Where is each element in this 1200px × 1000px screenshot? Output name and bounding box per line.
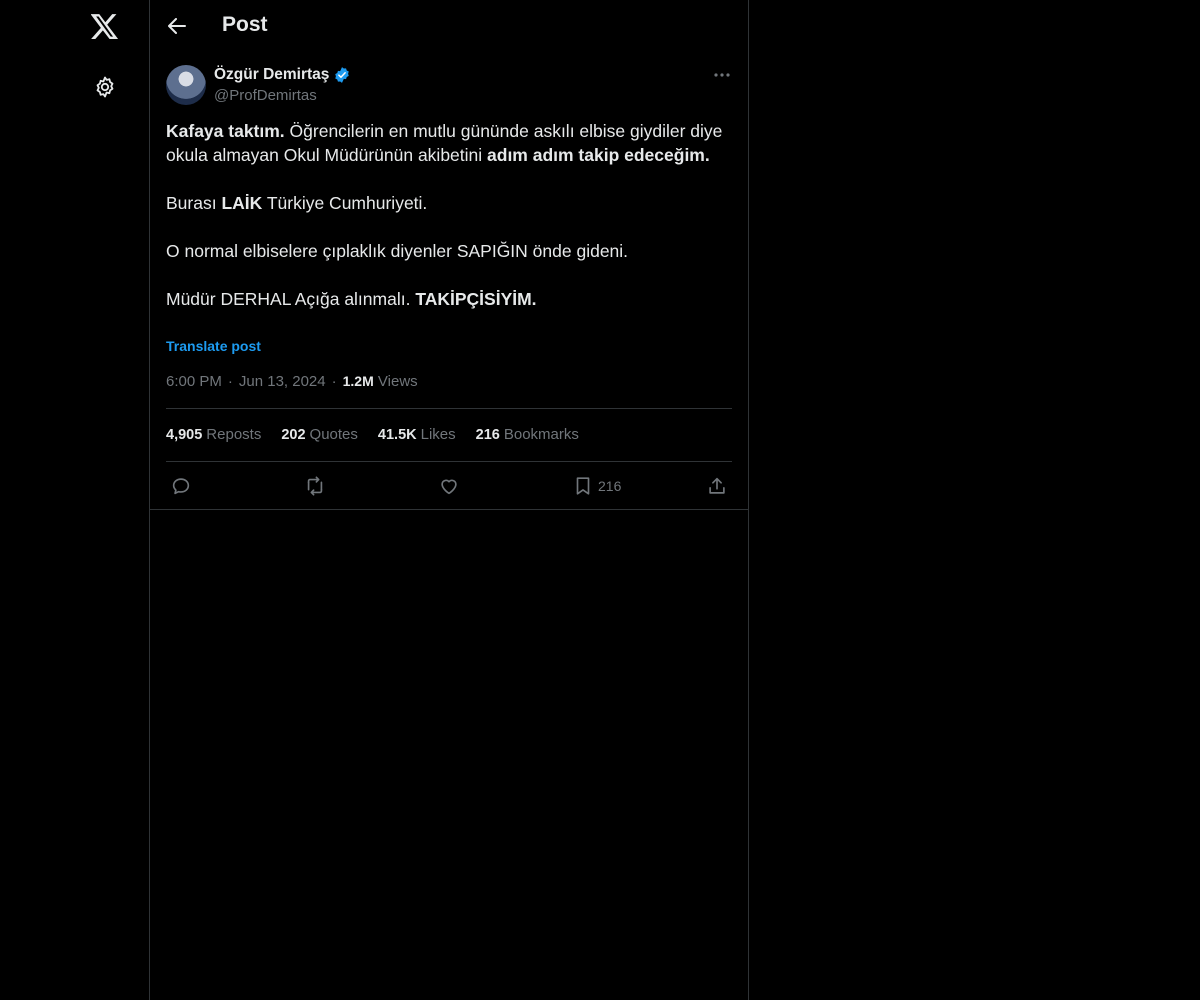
divider: [166, 408, 732, 409]
meta-separator: ·: [331, 373, 337, 390]
reposts-stat[interactable]: 4,905 Reposts: [166, 426, 261, 443]
bookmarks-count: 216: [475, 427, 500, 443]
gear-icon[interactable]: [88, 70, 122, 104]
post-bold-text: TAKİPÇİSİYİM.: [415, 289, 537, 309]
author-name[interactable]: Özgür Demirtaş: [214, 66, 329, 84]
post-header: Post: [150, 0, 748, 54]
verified-badge-icon: [335, 67, 350, 83]
post-bold-text: Kafaya taktım.: [166, 121, 285, 141]
translate-post-link[interactable]: Translate post: [166, 338, 261, 354]
author-name-row[interactable]: Özgür Demirtaş: [214, 66, 351, 84]
bookmark-count: 216: [598, 478, 622, 494]
post-date[interactable]: Jun 13, 2024: [239, 373, 326, 390]
post-text: Burası: [166, 193, 222, 213]
post-body: Kafaya taktım. Öğrencilerin en mutlu gün…: [166, 119, 732, 311]
likes-stat[interactable]: 41.5K Likes: [378, 426, 456, 443]
avatar[interactable]: [166, 65, 206, 105]
divider: [166, 461, 732, 462]
reply-button[interactable]: [170, 472, 192, 500]
quotes-stat[interactable]: 202 Quotes: [281, 426, 358, 443]
bookmark-button[interactable]: 216: [572, 472, 621, 500]
author-handle[interactable]: @ProfDemirtas: [214, 87, 317, 104]
arrow-left-icon: [168, 18, 186, 34]
reposts-label: Reposts: [206, 426, 262, 443]
repost-button[interactable]: [304, 472, 326, 500]
engagement-stats: 4,905 Reposts 202 Quotes 41.5K Likes 216 Boo…: [166, 426, 579, 443]
likes-label: Likes: [420, 426, 456, 443]
reposts-count: 4,905: [166, 427, 203, 443]
action-bar: 216: [166, 472, 732, 500]
left-nav-rail: [0, 0, 150, 1000]
share-button[interactable]: [706, 472, 728, 500]
heart-icon: [441, 479, 457, 495]
post-bold-text: adım adım takip edeceğim.: [487, 145, 710, 165]
repost-icon: [307, 476, 323, 496]
post-text: Müdür DERHAL Açığa alınmalı.: [166, 289, 416, 309]
x-logo-icon[interactable]: [88, 10, 122, 44]
page-title: Post: [222, 13, 268, 36]
like-button[interactable]: [438, 472, 460, 500]
views-label: Views: [377, 373, 418, 390]
share-icon: [709, 477, 725, 494]
post-bottom-border: [150, 509, 748, 510]
post-detail-column: Post Özgür Demirtaş @ProfDemirtas Kafaya…: [150, 0, 749, 1000]
likes-count: 41.5K: [377, 427, 417, 443]
quotes-count: 202: [281, 427, 306, 443]
more-dots-icon: [714, 73, 730, 77]
post-meta: 6:00 PM · Jun 13, 2024 · 1.2M Views: [166, 373, 418, 390]
views-count: 1.2M: [342, 373, 374, 389]
reply-icon: [172, 478, 190, 495]
post-paragraph-4: Müdür DERHAL Açığa alınmalı. TAKİPÇİSİYİ…: [166, 287, 732, 311]
post-paragraph-3: O normal elbiselere çıplaklık diyenler S…: [166, 239, 732, 263]
bookmark-icon: [576, 477, 590, 495]
post-bold-text: LAİK: [221, 193, 263, 213]
bookmarks-label: Bookmarks: [503, 426, 579, 443]
back-button[interactable]: [160, 9, 194, 43]
bookmarks-stat[interactable]: 216 Bookmarks: [476, 426, 579, 443]
more-options-button[interactable]: [706, 63, 738, 87]
post-text: O normal elbiselere çıplaklık diyenler S…: [166, 241, 629, 261]
post-paragraph-1: Kafaya taktım. Öğrencilerin en mutlu gün…: [166, 119, 732, 167]
meta-separator: ·: [227, 373, 233, 390]
post-time[interactable]: 6:00 PM: [166, 373, 222, 390]
post-paragraph-2: Burası LAİK Türkiye Cumhuriyeti.: [166, 191, 732, 215]
quotes-label: Quotes: [309, 426, 358, 443]
post-text: Türkiye Cumhuriyeti.: [262, 193, 428, 213]
